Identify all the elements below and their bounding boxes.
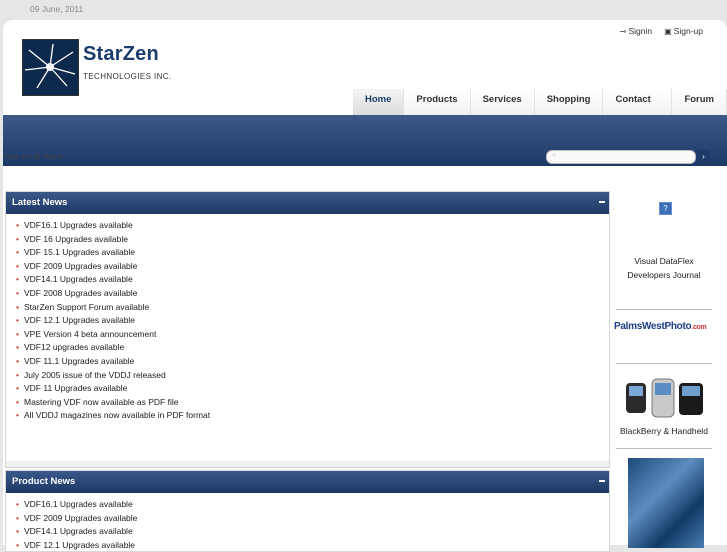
news-item[interactable]: July 2005 issue of the VDDJ released: [16, 369, 609, 383]
news-item[interactable]: VDF 11.1 Upgrades available: [16, 355, 609, 369]
logo[interactable]: StarZen TECHNOLOGIES INC.: [22, 39, 182, 97]
product-news-list: VDF16.1 Upgrades available VDF 2009 Upgr…: [6, 493, 609, 552]
divider: [616, 448, 712, 449]
signin-label: Signin: [628, 26, 653, 36]
news-item[interactable]: VDF14.1 Upgrades available: [16, 525, 609, 539]
divider: [616, 363, 712, 364]
news-item[interactable]: VDF16.1 Upgrades available: [16, 498, 609, 512]
news-item[interactable]: All VDDJ magazines now available in PDF …: [16, 409, 609, 423]
breadcrumb: Your are @ Home: [3, 152, 63, 161]
news-item[interactable]: VDF 16 Upgrades available: [16, 233, 609, 247]
nav-products[interactable]: Products: [404, 89, 471, 115]
news-item[interactable]: VDF 2009 Upgrades available: [16, 260, 609, 274]
product-news-panel: Product News VDF16.1 Upgrades available …: [5, 470, 610, 552]
date-text: 09 June, 2011: [30, 4, 84, 14]
news-item[interactable]: VDF 15.1 Upgrades available: [16, 246, 609, 260]
panel-title: Product News: [12, 476, 76, 487]
arrow-right-icon: ›: [702, 152, 705, 161]
search-icon: ○: [552, 152, 557, 159]
panel-footer: [6, 461, 609, 467]
news-item[interactable]: VDF 12.1 Upgrades available: [16, 314, 609, 328]
journal-link[interactable]: Visual DataFlex Developers Journal: [612, 254, 716, 282]
palmswestphoto-banner[interactable]: PalmsWestPhoto.com: [614, 321, 707, 332]
divider: [616, 309, 712, 310]
search-go-button[interactable]: ›: [697, 150, 710, 163]
news-item[interactable]: VDF 2009 Upgrades available: [16, 512, 609, 526]
palms-text: PalmsWestPhoto: [614, 321, 692, 332]
collapse-icon[interactable]: [599, 201, 605, 203]
signin-link[interactable]: ⊸ Signin: [620, 26, 652, 36]
news-item[interactable]: StarZen Support Forum available: [16, 301, 609, 315]
blackberry-caption[interactable]: BlackBerry & Handheld: [612, 426, 716, 436]
news-item[interactable]: Mastering VDF now available as PDF file: [16, 396, 609, 410]
journal-line1: Visual DataFlex: [634, 256, 694, 266]
nav-home[interactable]: Home: [353, 89, 405, 115]
nav-forum[interactable]: Forum: [672, 89, 727, 115]
nav-contact-us[interactable]: Contact Us: [603, 89, 673, 127]
journal-line2: Developers Journal: [627, 270, 701, 280]
key-icon: ⊸: [619, 26, 627, 36]
collapse-icon[interactable]: [599, 480, 605, 482]
nav-services[interactable]: Services: [470, 89, 535, 115]
starburst-logo-icon: [22, 39, 79, 96]
signup-link[interactable]: ▣ Sign-up: [664, 26, 703, 36]
broken-image-icon[interactable]: ?: [659, 202, 672, 215]
news-item[interactable]: VDF16.1 Upgrades available: [16, 219, 609, 233]
logo-name: StarZen: [83, 43, 159, 65]
panel-header: Product News: [6, 471, 609, 493]
handheld-phones-image[interactable]: [624, 377, 706, 419]
search-input[interactable]: ○: [546, 150, 696, 164]
clipboard-icon: ▣: [664, 26, 672, 36]
palms-suffix: .com: [691, 324, 707, 331]
top-links: ⊸ Signin ▣ Sign-up: [620, 26, 703, 36]
circuit-board-image[interactable]: [628, 458, 704, 548]
latest-news-panel: Latest News VDF16.1 Upgrades available V…: [5, 191, 610, 468]
news-list: VDF16.1 Upgrades available VDF 16 Upgrad…: [6, 214, 609, 423]
news-item[interactable]: VDF 2008 Upgrades available: [16, 287, 609, 301]
panel-header: Latest News: [6, 192, 609, 214]
news-item[interactable]: VPE Version 4 beta announcement: [16, 328, 609, 342]
panel-title: Latest News: [12, 197, 68, 208]
news-item[interactable]: VDF 11 Upgrades available: [16, 382, 609, 396]
news-item[interactable]: VDF14.1 Upgrades available: [16, 273, 609, 287]
main-nav: Home Products Services Shopping Contact …: [353, 89, 727, 127]
signup-label: Sign-up: [673, 26, 703, 36]
news-item[interactable]: VDF12 upgrades available: [16, 341, 609, 355]
logo-subtitle: TECHNOLOGIES INC.: [83, 72, 172, 81]
nav-shopping[interactable]: Shopping: [534, 89, 604, 115]
news-item[interactable]: VDF 12.1 Upgrades available: [16, 539, 609, 552]
